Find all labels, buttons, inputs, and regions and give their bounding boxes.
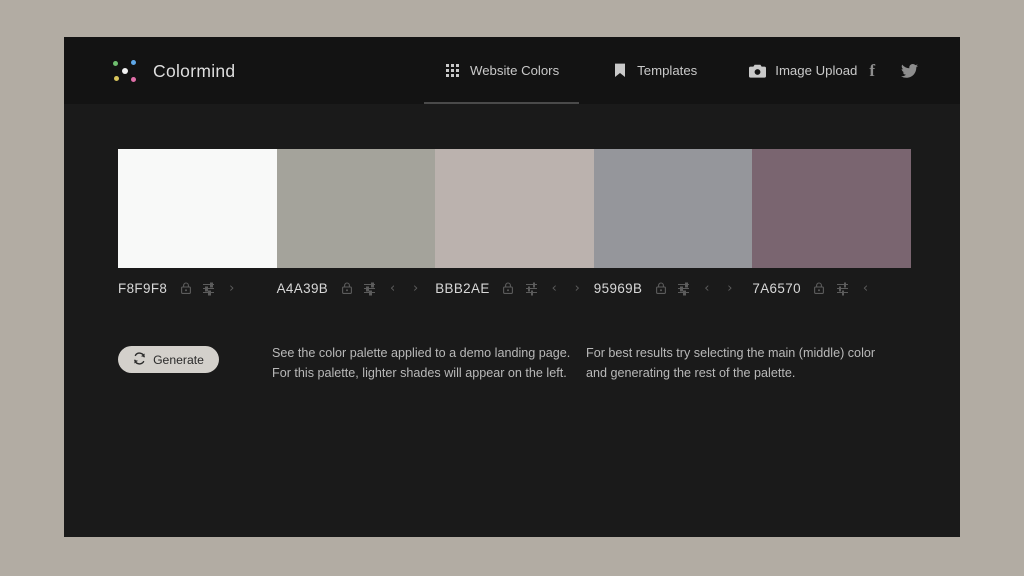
main-navigation: Website Colors Templates Image Upload <box>423 37 909 104</box>
lock-icon-3[interactable] <box>502 281 515 296</box>
color-swatch-5[interactable] <box>752 149 911 268</box>
info-left-line-2: For this palette, lighter shades will ap… <box>272 366 567 380</box>
swatch-hex-label-3: BBB2AE <box>435 280 490 296</box>
prev-color-arrow-3[interactable]: ‹ <box>548 281 561 296</box>
twitter-icon[interactable] <box>901 63 918 78</box>
swatch-control-group-4: 95969B ‹ › <box>594 277 753 299</box>
info-text-left: See the color palette applied to a demo … <box>272 343 572 383</box>
logo-dot-white-icon <box>122 68 128 74</box>
prev-color-arrow-4[interactable]: ‹ <box>700 281 713 296</box>
color-swatch-3[interactable] <box>435 149 594 268</box>
swatch-control-group-5: 7A6570 ‹ <box>752 277 911 299</box>
lock-icon-5[interactable] <box>813 281 826 296</box>
swatch-hex-label-2: A4A39B <box>276 280 329 296</box>
lock-icon-4[interactable] <box>654 281 667 296</box>
prev-color-arrow-2[interactable]: ‹ <box>386 281 399 296</box>
brand-name: Colormind <box>153 60 236 81</box>
prev-color-arrow-5[interactable]: ‹ <box>859 281 872 296</box>
generate-button-label: Generate <box>153 352 204 367</box>
generate-button[interactable]: Generate <box>118 346 219 373</box>
sliders-icon-1[interactable] <box>202 281 215 296</box>
color-palette <box>118 149 911 268</box>
colormind-app-card: Colormind Website Colors Templates Image… <box>64 37 960 537</box>
color-swatch-1[interactable] <box>118 149 277 268</box>
swatch-control-group-3: BBB2AE ‹ › <box>435 277 594 299</box>
info-left-line-1: See the color palette applied to a demo … <box>272 346 571 360</box>
sliders-icon-3[interactable] <box>525 281 538 296</box>
refresh-icon <box>133 351 146 368</box>
facebook-icon[interactable]: f <box>869 62 875 79</box>
logo-dot-yellow-icon <box>114 76 119 81</box>
nav-item-image-upload[interactable]: Image Upload <box>749 37 857 104</box>
info-text-right: For best results try selecting the main … <box>586 343 886 383</box>
swatch-hex-label-1: F8F9F8 <box>118 280 168 296</box>
app-header: Colormind Website Colors Templates Image… <box>64 37 960 104</box>
color-swatch-4[interactable] <box>593 149 753 268</box>
sliders-icon-4[interactable] <box>677 281 690 296</box>
color-swatch-2[interactable] <box>276 149 436 268</box>
sliders-icon-2[interactable] <box>363 281 376 296</box>
next-color-arrow-4[interactable]: › <box>723 281 736 296</box>
lock-icon-1[interactable] <box>179 281 192 296</box>
next-color-arrow-1[interactable]: › <box>225 281 238 296</box>
lock-icon-2[interactable] <box>340 281 353 296</box>
logo-dot-pink-icon <box>131 77 136 82</box>
next-color-arrow-3[interactable]: › <box>571 281 584 296</box>
social-links: f <box>843 37 918 104</box>
swatch-controls-row: F8F9F8 › A4A39B ‹ › BBB2AE ‹ › 95969B ‹ … <box>118 277 911 299</box>
bookmark-icon <box>611 62 628 79</box>
swatch-control-group-2: A4A39B ‹ › <box>277 277 436 299</box>
info-right-line-1: For best results try selecting the main … <box>586 346 876 360</box>
nav-label-templates: Templates <box>637 63 698 78</box>
swatch-control-group-1: F8F9F8 › <box>118 277 277 299</box>
brand-logo[interactable]: Colormind <box>111 55 235 87</box>
nav-item-templates[interactable]: Templates <box>611 37 697 104</box>
nav-label-website-colors: Website Colors <box>470 63 560 78</box>
logo-dot-green-icon <box>113 61 118 66</box>
swatch-hex-label-4: 95969B <box>593 280 643 296</box>
next-color-arrow-2[interactable]: › <box>409 281 422 296</box>
camera-icon <box>749 62 767 79</box>
grid-icon <box>444 62 461 79</box>
swatch-hex-label-5: 7A6570 <box>752 280 801 296</box>
info-right-line-2: and generating the rest of the palette. <box>586 366 796 380</box>
colormind-logo-icon <box>111 58 141 84</box>
nav-item-website-colors[interactable]: Website Colors <box>423 37 580 104</box>
sliders-icon-5[interactable] <box>836 281 849 296</box>
logo-dot-blue-icon <box>131 60 136 65</box>
